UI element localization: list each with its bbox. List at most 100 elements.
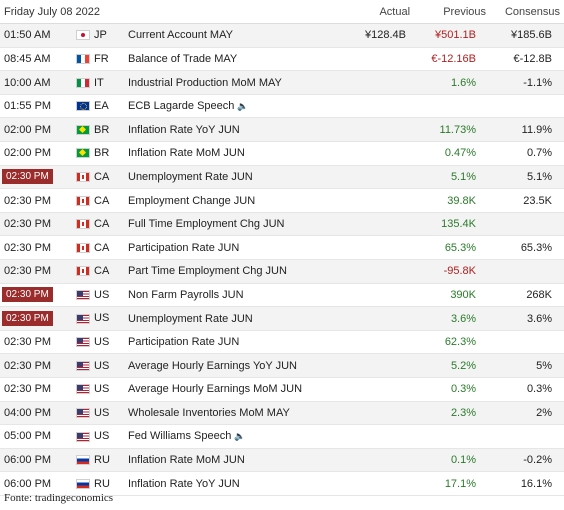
consensus-value: 65.3% xyxy=(500,235,564,261)
ca-flag-icon xyxy=(76,266,90,277)
time-label: 02:30 PM xyxy=(4,241,52,254)
event-cell[interactable]: Current Account MAY xyxy=(122,23,355,48)
time-label: 02:30 PM xyxy=(4,218,52,231)
time-label: 08:45 AM xyxy=(4,52,51,65)
event-name[interactable]: Inflation Rate YoY JUN xyxy=(128,124,240,136)
actual-value xyxy=(354,283,411,308)
event-cell[interactable]: ECB Lagarde Speech 🔈 xyxy=(122,94,355,119)
event-name[interactable]: Wholesale Inventories MoM MAY xyxy=(128,407,290,419)
us-flag-icon xyxy=(76,431,90,442)
event-name[interactable]: Non Farm Payrolls JUN xyxy=(128,289,244,301)
event-time: 02:30 PM xyxy=(0,330,72,355)
event-time: 02:30 PM xyxy=(0,353,72,378)
event-name[interactable]: Participation Rate JUN xyxy=(128,242,239,254)
country-cell: CA xyxy=(72,235,122,261)
event-cell[interactable]: Participation Rate JUN xyxy=(122,235,355,261)
event-cell[interactable]: Participation Rate JUN xyxy=(122,330,355,355)
event-cell[interactable]: Full Time Employment Chg JUN xyxy=(122,212,355,237)
time-label: 01:50 AM xyxy=(4,29,51,42)
actual-value xyxy=(354,117,411,143)
table-row[interactable]: 01:50 AM JP Current Account MAY ¥128.4B ¥501… xyxy=(0,23,564,48)
actual-value xyxy=(354,212,411,237)
event-name[interactable]: Unemployment Rate JUN xyxy=(128,313,253,325)
event-name[interactable]: Current Account MAY xyxy=(128,29,233,41)
event-cell[interactable]: Inflation Rate YoY JUN xyxy=(122,471,355,496)
event-name[interactable]: Full Time Employment Chg JUN xyxy=(128,218,285,230)
country-code: US xyxy=(94,406,110,419)
table-row[interactable]: 04:00 PM US Wholesale Inventories MoM MAY 2… xyxy=(0,401,564,426)
table-row[interactable]: 02:30 PM US Participation Rate JUN 62.3% xyxy=(0,330,564,355)
actual-value xyxy=(354,47,411,72)
table-row[interactable]: 02:30 PM CA Part Time Employment Chg JUN -9… xyxy=(0,259,564,284)
table-row[interactable]: 06:00 PM RU Inflation Rate MoM JUN 0.1% -0.2… xyxy=(0,448,564,473)
event-cell[interactable]: Inflation Rate YoY JUN xyxy=(122,117,355,143)
event-name[interactable]: Industrial Production MoM MAY xyxy=(128,77,282,89)
event-cell[interactable]: Industrial Production MoM MAY xyxy=(122,70,355,95)
table-row[interactable]: 02:30 PM US Average Hourly Earnings MoM JU… xyxy=(0,377,564,402)
event-cell[interactable]: Employment Change JUN xyxy=(122,188,355,213)
country-code: CA xyxy=(94,241,110,254)
table-row[interactable]: 02:30 PM US Non Farm Payrolls JUN 390K 268K xyxy=(0,283,564,308)
table-row[interactable]: 02:30 PM US Unemployment Rate JUN 3.6% 3.6% xyxy=(0,306,564,331)
event-name[interactable]: Inflation Rate YoY JUN xyxy=(128,478,240,490)
table-row[interactable]: 02:30 PM CA Unemployment Rate JUN 5.1% 5.1% xyxy=(0,165,564,190)
table-row[interactable]: 02:00 PM BR Inflation Rate MoM JUN 0.47% 0.7… xyxy=(0,141,564,166)
actual-value xyxy=(354,94,411,119)
table-row[interactable]: 01:55 PM EA ECB Lagarde Speech 🔈 xyxy=(0,94,564,119)
event-name[interactable]: Balance of Trade MAY xyxy=(128,53,237,65)
actual-value xyxy=(354,165,411,190)
table-row[interactable]: 02:30 PM CA Full Time Employment Chg JUN 13… xyxy=(0,212,564,237)
country-code: US xyxy=(94,383,110,396)
country-cell: CA xyxy=(72,259,122,284)
table-row[interactable]: 08:45 AM FR Balance of Trade MAY €-12.16B €-… xyxy=(0,47,564,72)
consensus-value: 2% xyxy=(500,401,564,426)
previous-value: 0.1% xyxy=(410,448,501,473)
us-flag-icon xyxy=(76,407,90,418)
event-cell[interactable]: Average Hourly Earnings MoM JUN xyxy=(122,377,355,402)
event-name[interactable]: Fed Williams Speech xyxy=(128,430,231,442)
event-name[interactable]: Average Hourly Earnings YoY JUN xyxy=(128,360,297,372)
actual-value xyxy=(354,188,411,213)
table-row[interactable]: 02:30 PM US Average Hourly Earnings YoY JU… xyxy=(0,353,564,378)
event-name[interactable]: ECB Lagarde Speech xyxy=(128,100,234,112)
country-cell: US xyxy=(72,330,122,355)
previous-value xyxy=(410,424,501,449)
event-time: 10:00 AM xyxy=(0,70,72,95)
event-cell[interactable]: Non Farm Payrolls JUN xyxy=(122,283,355,308)
table-row[interactable]: 02:00 PM BR Inflation Rate YoY JUN 11.73% 11… xyxy=(0,117,564,143)
table-row[interactable]: 05:00 PM US Fed Williams Speech 🔈 xyxy=(0,424,564,449)
table-row[interactable]: 02:30 PM CA Participation Rate JUN 65.3% 65.… xyxy=(0,235,564,261)
event-cell[interactable]: Unemployment Rate JUN xyxy=(122,306,355,331)
event-name[interactable]: Unemployment Rate JUN xyxy=(128,171,253,183)
country-code: IT xyxy=(94,76,104,89)
event-time: 06:00 PM xyxy=(0,448,72,473)
event-name[interactable]: Inflation Rate MoM JUN xyxy=(128,147,245,159)
event-cell[interactable]: Inflation Rate MoM JUN xyxy=(122,448,355,473)
event-cell[interactable]: Fed Williams Speech 🔈 xyxy=(122,424,355,449)
actual-header: Actual xyxy=(354,0,411,25)
event-name[interactable]: Employment Change JUN xyxy=(128,195,255,207)
event-name[interactable]: Inflation Rate MoM JUN xyxy=(128,454,245,466)
consensus-value xyxy=(500,330,564,355)
previous-value: 1.6% xyxy=(410,70,501,95)
event-name[interactable]: Average Hourly Earnings MoM JUN xyxy=(128,383,302,395)
event-time: 02:30 PM xyxy=(0,259,72,284)
event-time: 08:45 AM xyxy=(0,47,72,72)
country-cell: US xyxy=(72,306,122,331)
consensus-value xyxy=(500,94,564,119)
event-name[interactable]: Participation Rate JUN xyxy=(128,336,239,348)
table-row[interactable]: 02:30 PM CA Employment Change JUN 39.8K 23.5… xyxy=(0,188,564,213)
event-cell[interactable]: Wholesale Inventories MoM MAY xyxy=(122,401,355,426)
event-name[interactable]: Part Time Employment Chg JUN xyxy=(128,265,287,277)
country-code: CA xyxy=(94,265,110,278)
actual-value xyxy=(354,330,411,355)
actual-value xyxy=(354,353,411,378)
consensus-value xyxy=(500,212,564,237)
event-cell[interactable]: Inflation Rate MoM JUN xyxy=(122,141,355,166)
event-cell[interactable]: Average Hourly Earnings YoY JUN xyxy=(122,353,355,378)
event-cell[interactable]: Balance of Trade MAY xyxy=(122,47,355,72)
us-flag-icon xyxy=(76,360,90,371)
table-row[interactable]: 10:00 AM IT Industrial Production MoM MAY 1… xyxy=(0,70,564,95)
event-cell[interactable]: Part Time Employment Chg JUN xyxy=(122,259,355,284)
event-cell[interactable]: Unemployment Rate JUN xyxy=(122,165,355,190)
